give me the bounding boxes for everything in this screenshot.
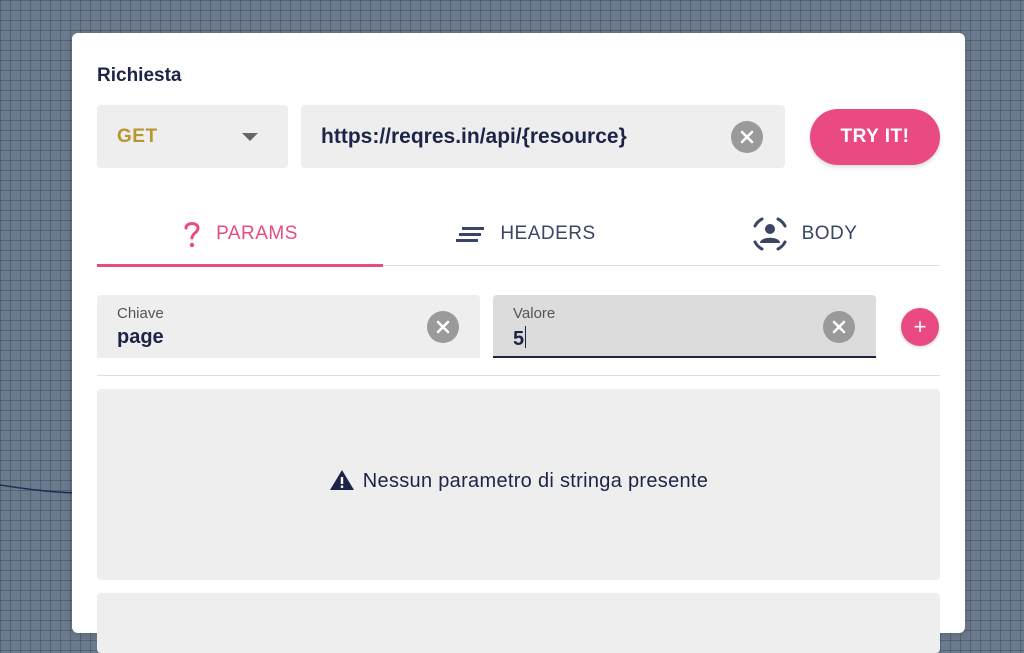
empty-message: Nessun parametro di stringa presente [362, 470, 709, 492]
params-empty-panel: Nessun parametro di stringa presente [97, 389, 940, 580]
clear-value-icon[interactable] [823, 311, 855, 343]
method-value: GET [117, 126, 158, 147]
url-value: https://reqres.in/api/{resource} [321, 125, 627, 148]
param-value-field[interactable]: Valore 5 [493, 295, 876, 358]
param-key-field[interactable]: Chiave page [97, 295, 480, 358]
tab-body-label: BODY [801, 223, 858, 244]
method-select[interactable]: GET [97, 105, 288, 168]
background-connector-line [0, 484, 76, 494]
clear-key-icon[interactable] [427, 311, 459, 343]
param-key-value: page [117, 326, 164, 348]
url-input[interactable]: https://reqres.in/api/{resource} [301, 105, 785, 168]
user-frame-icon [753, 217, 787, 251]
next-panel [97, 593, 940, 653]
tab-headers-label: HEADERS [500, 223, 596, 244]
chevron-down-icon [242, 133, 258, 141]
question-icon [184, 222, 200, 248]
request-card: Richiesta GET https://reqres.in/api/{res… [72, 33, 965, 653]
plus-icon: + [913, 314, 927, 339]
request-tabs: PARAMS HEADERS BODY [97, 203, 940, 267]
warning-icon [329, 470, 354, 490]
tab-headers[interactable]: HEADERS [383, 203, 669, 265]
param-value-label: Valore [513, 305, 556, 322]
param-key-label: Chiave [117, 305, 164, 322]
lines-icon [456, 227, 485, 242]
section-title: Richiesta [97, 65, 182, 86]
tab-params[interactable]: PARAMS [97, 203, 383, 265]
tab-body[interactable]: BODY [669, 203, 940, 265]
empty-state: Nessun parametro di stringa presente [97, 469, 940, 493]
active-tab-indicator [97, 264, 383, 267]
param-value-wrapper: 5 [513, 326, 527, 351]
tab-params-label: PARAMS [216, 223, 298, 244]
text-cursor [525, 326, 527, 348]
add-param-button[interactable]: + [901, 308, 939, 346]
divider [97, 375, 940, 376]
param-value-text: 5 [513, 328, 525, 350]
try-it-button[interactable]: TRY IT! [810, 109, 940, 165]
clear-url-icon[interactable] [731, 121, 763, 153]
